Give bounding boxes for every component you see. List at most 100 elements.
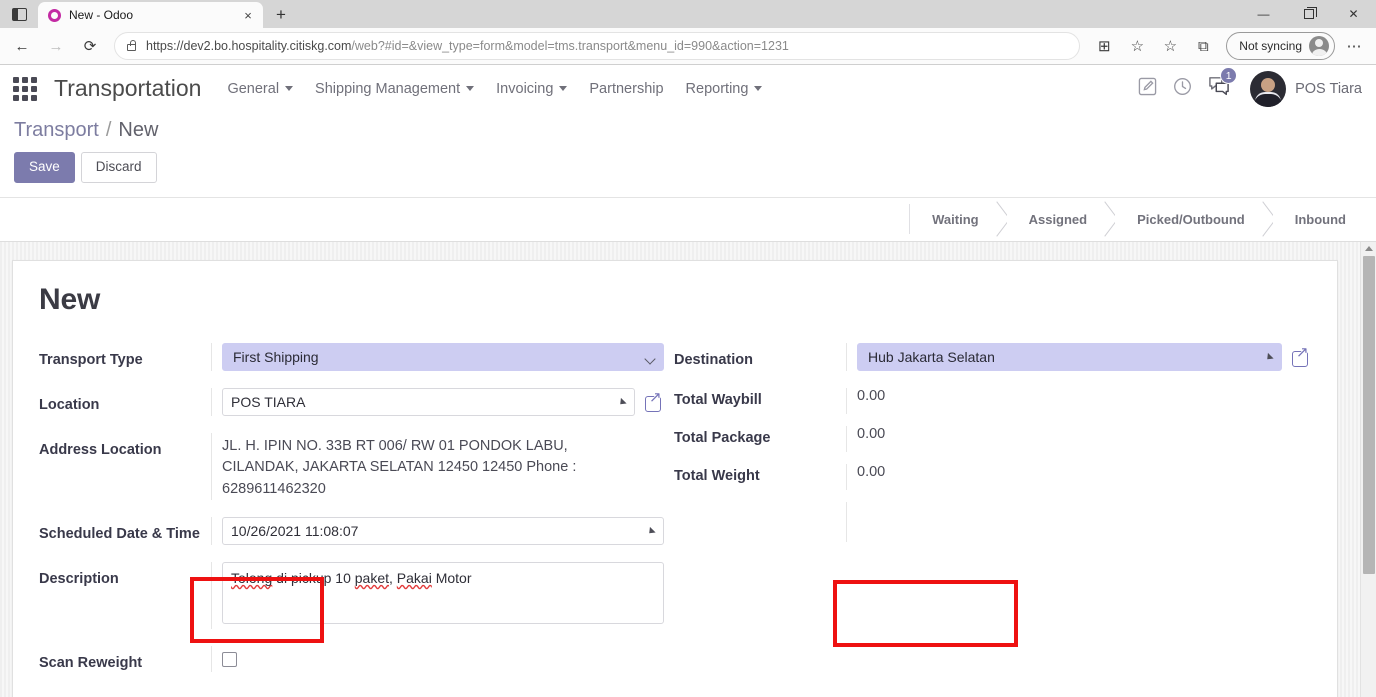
scan-reweight-label: Scan Reweight xyxy=(39,655,143,672)
description-cell: Tolong di pickup 10 paket, Pakai Motor xyxy=(211,562,664,630)
breadcrumb-separator: / xyxy=(105,119,112,141)
favorites-list-icon[interactable]: ☆ xyxy=(1154,31,1186,61)
description-textarea[interactable] xyxy=(222,562,664,625)
statusbar-row: Waiting Assigned Picked/Outbound Inbound xyxy=(0,197,1376,242)
user-name-label: POS Tiara xyxy=(1295,80,1362,97)
page-scrollbar[interactable] xyxy=(1360,241,1376,697)
address-bar[interactable]: https://dev2.bo.hospitality.citiskg.com/… xyxy=(114,32,1081,60)
scheduled-date-cell xyxy=(211,517,664,546)
window-maximize-button[interactable] xyxy=(1286,0,1331,28)
toolbar-right-actions: ⊞ ☆ ☆ ⧉ Not syncing ⋯ xyxy=(1088,31,1370,61)
destination-field-background[interactable] xyxy=(857,342,1282,371)
menu-item-invoicing-label: Invoicing xyxy=(496,80,554,97)
scan-reweight-checkbox[interactable] xyxy=(222,652,237,668)
field-row-destination: Destination Hub Jakarta Selatan xyxy=(674,342,1311,371)
internal-link-icon[interactable] xyxy=(645,390,664,412)
destination-cell: Hub Jakarta Selatan xyxy=(846,342,1311,371)
transport-type-label: Transport Type xyxy=(39,351,143,368)
location-select-wrap xyxy=(222,387,635,416)
field-row-total-waybill: Total Waybill 0.00 xyxy=(674,387,1311,414)
save-button[interactable]: Save xyxy=(14,152,75,183)
back-button[interactable]: ← xyxy=(6,31,38,61)
menu-item-invoicing[interactable]: Invoicing xyxy=(496,80,568,97)
field-row-description: Description Tolong di pickup 10 paket, P… xyxy=(39,562,664,630)
chat-bubbles-icon[interactable]: 1 xyxy=(1208,67,1238,101)
menu-item-general[interactable]: General xyxy=(227,81,294,97)
breadcrumb-current: New xyxy=(118,119,159,141)
scan-reweight-cell xyxy=(211,646,664,673)
total-package-cell: 0.00 xyxy=(846,425,1311,452)
right-column-spacer xyxy=(846,501,1311,542)
statusbar-stage-picked-outbound[interactable]: Picked/Outbound xyxy=(1115,204,1273,235)
chevron-up-icon xyxy=(1364,246,1373,252)
form-columns: Transport Type First Shipping Location P… xyxy=(39,342,1311,691)
internal-link-icon[interactable] xyxy=(1292,345,1311,367)
scrollbar-thumb[interactable] xyxy=(1363,255,1375,574)
menu-item-partnership-label: Partnership xyxy=(589,80,664,97)
tab-close-icon[interactable]: × xyxy=(239,6,257,24)
scheduled-date-input[interactable] xyxy=(222,517,664,546)
forward-button[interactable]: → xyxy=(40,31,72,61)
control-panel: Transport / New Save Discard xyxy=(0,112,1376,198)
browser-tab[interactable]: New - Odoo × xyxy=(38,2,263,28)
tab-title: New - Odoo xyxy=(69,8,134,22)
total-weight-value: 0.00 xyxy=(857,463,886,480)
tab-actions-sidebar-button[interactable] xyxy=(0,0,38,28)
statusbar-stage-inbound[interactable]: Inbound xyxy=(1272,204,1360,235)
total-waybill-label: Total Waybill xyxy=(674,391,762,408)
maximize-icon xyxy=(1303,7,1317,19)
field-row-scheduled-date: Scheduled Date & Time xyxy=(39,517,664,546)
form-column-right: Destination Hub Jakarta Selatan Total Wa… xyxy=(664,342,1311,691)
transport-type-select[interactable] xyxy=(222,342,664,371)
window-close-button[interactable]: ✕ xyxy=(1331,0,1376,28)
lock-icon xyxy=(127,40,136,51)
app-brand-title[interactable]: Transportation xyxy=(54,75,201,102)
discard-button[interactable]: Discard xyxy=(80,152,157,183)
add-favorite-star-icon[interactable]: ☆ xyxy=(1121,31,1153,61)
statusbar: Waiting Assigned Picked/Outbound Inbound xyxy=(909,204,1360,235)
browser-chrome: New - Odoo × + — ✕ ← → ⟳ https://dev2.bo… xyxy=(0,0,1376,65)
control-panel-buttons: Save Discard xyxy=(14,142,1376,197)
pencil-square-icon[interactable] xyxy=(1138,77,1157,101)
split-screen-icon[interactable]: ⊞ xyxy=(1088,31,1120,61)
menu-item-shipping-management-label: Shipping Management xyxy=(315,80,461,97)
scheduled-date-label: Scheduled Date & Time xyxy=(39,526,200,543)
field-row-transport-type: Transport Type First Shipping xyxy=(39,342,664,371)
location-cell xyxy=(211,387,664,416)
statusbar-stage-waiting[interactable]: Waiting xyxy=(909,204,1007,235)
chevron-down-icon xyxy=(285,86,294,91)
user-menu[interactable]: POS Tiara xyxy=(1250,70,1362,107)
breadcrumb: Transport / New xyxy=(14,112,1376,142)
breadcrumb-transport-link[interactable]: Transport xyxy=(14,119,99,142)
menu-item-reporting-label: Reporting xyxy=(685,80,749,97)
field-row-total-weight: Total Weight 0.00 xyxy=(674,463,1311,490)
clock-icon[interactable] xyxy=(1173,77,1192,101)
avatar xyxy=(1250,70,1287,107)
total-waybill-value: 0.00 xyxy=(857,387,886,404)
browser-toolbar: ← → ⟳ https://dev2.bo.hospitality.citisk… xyxy=(0,28,1376,64)
url-text: https://dev2.bo.hospitality.citiskg.com/… xyxy=(146,39,789,53)
total-package-label: Total Package xyxy=(674,429,771,446)
form-sheet: New Transport Type First Shipping Locati… xyxy=(12,259,1338,697)
scheduled-date-wrap xyxy=(222,517,664,546)
menu-item-shipping-management[interactable]: Shipping Management xyxy=(315,80,475,97)
profile-button[interactable]: Not syncing xyxy=(1226,32,1335,60)
profile-avatar-icon xyxy=(1309,36,1329,56)
field-row-scan-reweight: Scan Reweight xyxy=(39,646,664,674)
field-row-location: Location xyxy=(39,387,664,416)
content-area: New Transport Type First Shipping Locati… xyxy=(0,241,1376,697)
apps-grid-icon[interactable] xyxy=(8,72,42,106)
statusbar-stage-assigned[interactable]: Assigned xyxy=(1006,204,1116,235)
window-minimize-button[interactable]: — xyxy=(1241,0,1286,28)
browser-settings-icon[interactable]: ⋯ xyxy=(1338,31,1370,61)
new-tab-button[interactable]: + xyxy=(267,2,295,28)
menu-item-partnership[interactable]: Partnership xyxy=(589,81,663,97)
menu-item-reporting[interactable]: Reporting xyxy=(686,81,763,97)
field-row-address-location: Address Location JL. H. IPIN NO. 33B RT … xyxy=(39,432,664,501)
location-input[interactable] xyxy=(222,387,635,416)
reload-button[interactable]: ⟳ xyxy=(74,31,106,61)
scroll-up-button[interactable] xyxy=(1361,242,1376,256)
collections-icon[interactable]: ⧉ xyxy=(1187,31,1219,61)
address-location-value: JL. H. IPIN NO. 33B RT 006/ RW 01 PONDOK… xyxy=(222,437,577,497)
odoo-navbar: Transportation General Shipping Manageme… xyxy=(0,65,1376,112)
